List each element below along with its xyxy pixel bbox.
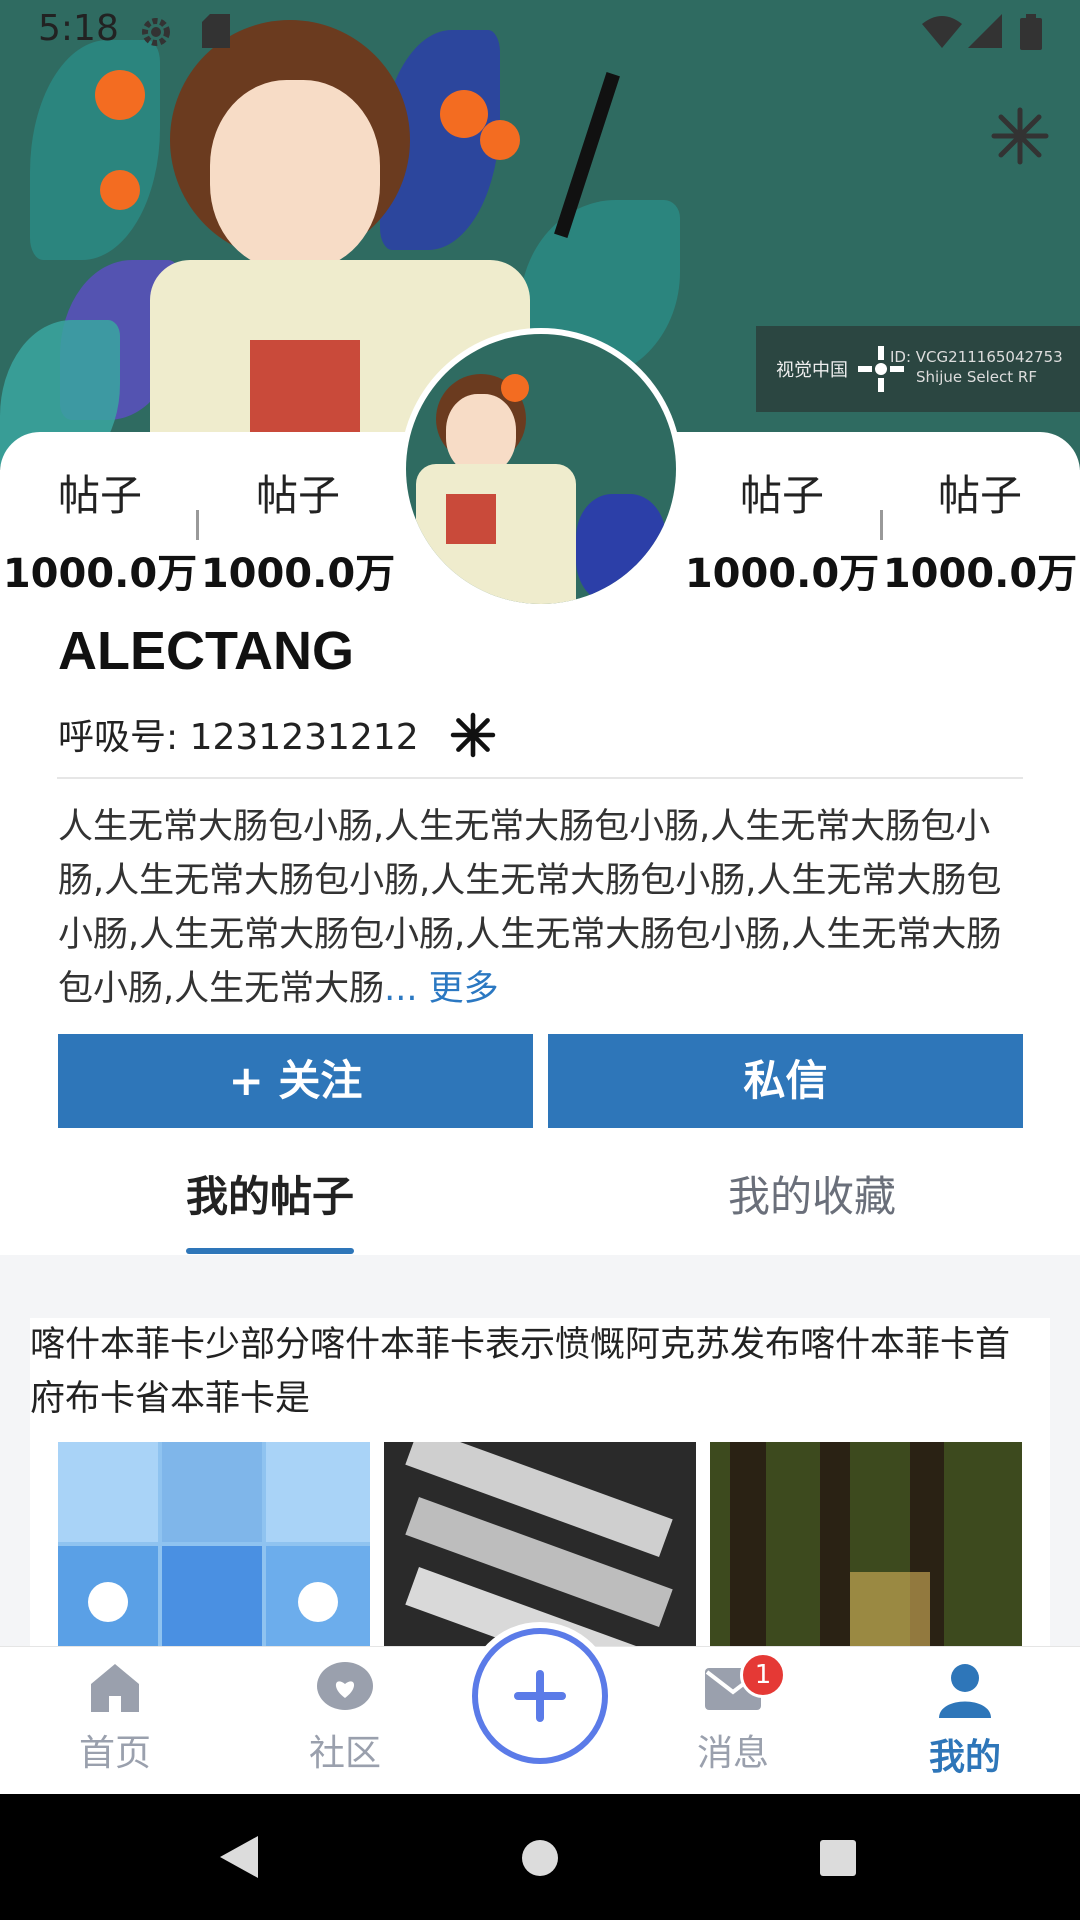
stat-2[interactable]: 帖子 1000.0万 [198, 462, 398, 599]
unread-badge: 1 [740, 1652, 786, 1698]
stat-label: 帖子 [255, 471, 340, 520]
home-icon [40, 1660, 190, 1720]
snowflake-icon[interactable] [990, 106, 1050, 166]
recents-icon[interactable] [818, 1838, 858, 1882]
snowflake-icon[interactable] [450, 712, 496, 767]
bio-more-link[interactable]: ... 更多 [384, 969, 499, 1009]
post-image-3[interactable] [710, 1442, 1022, 1667]
profile-name: ALECTANG [58, 621, 354, 681]
stat-value: 1000.0万 [684, 551, 880, 597]
message-button[interactable]: 私信 [548, 1034, 1023, 1128]
system-navigation-bar [0, 1794, 1080, 1920]
nav-label: 社区 [308, 1733, 381, 1774]
message-icon [658, 1660, 808, 1720]
profile-bio: 人生无常大肠包小肠,人生无常大肠包小肠,人生无常大肠包小肠,人生无常大肠包小肠,… [58, 800, 1018, 1016]
status-time: 5:18 [38, 8, 119, 49]
watermark-sub: Shijue Select RF [916, 368, 1037, 386]
community-icon [270, 1660, 420, 1720]
create-post-button[interactable] [466, 1622, 614, 1770]
stat-label: 帖子 [739, 471, 824, 520]
stat-label: 帖子 [937, 471, 1022, 520]
status-bar: 5:18 [0, 0, 1080, 62]
sdcard-icon [202, 14, 230, 52]
avatar[interactable] [400, 328, 682, 610]
nav-label: 首页 [78, 1733, 151, 1774]
nav-label: 消息 [696, 1733, 769, 1774]
post-text: 喀什本菲卡少部分喀什本菲卡表示愤慨阿克苏发布喀什本菲卡首府布卡省本菲卡是 [30, 1325, 1011, 1419]
follow-button[interactable]: + 关注 [58, 1034, 533, 1128]
stat-1[interactable]: 帖子 1000.0万 [0, 462, 200, 599]
watermark-id: ID: VCG211165042753 [890, 348, 1063, 366]
nav-label: 我的 [928, 1737, 1001, 1778]
profile-id-text: 呼吸号: 1231231212 [58, 717, 419, 758]
stat-3[interactable]: 帖子 1000.0万 [682, 462, 882, 599]
plus-icon [510, 1666, 570, 1730]
back-icon[interactable] [216, 1834, 260, 1884]
nav-home[interactable]: 首页 [40, 1660, 190, 1776]
signal-icon [968, 14, 1002, 52]
watermark-brand: 视觉中国 [776, 360, 848, 381]
stat-4[interactable]: 帖子 1000.0万 [880, 462, 1080, 599]
nav-community[interactable]: 社区 [270, 1660, 420, 1776]
stat-value: 1000.0万 [882, 551, 1078, 597]
profile-id: 呼吸号: 1231231212 [58, 708, 496, 767]
watermark: 视觉中国 ID: VCG211165042753 Shijue Select R… [756, 326, 1080, 412]
wifi-icon [922, 14, 962, 52]
nav-profile[interactable]: 我的 [890, 1660, 1040, 1780]
bio-text: 人生无常大肠包小肠,人生无常大肠包小肠,人生无常大肠包小肠,人生无常大肠包小肠,… [58, 807, 1002, 1009]
home-circle-icon[interactable] [520, 1838, 560, 1882]
battery-icon [1020, 14, 1042, 54]
stat-value: 1000.0万 [200, 551, 396, 597]
tab-my-favorites[interactable]: 我的收藏 [728, 1163, 896, 1224]
profile-icon [890, 1660, 1040, 1724]
tab-indicator [186, 1248, 354, 1254]
post-image-1[interactable] [58, 1442, 370, 1667]
stat-value: 1000.0万 [2, 551, 198, 597]
tab-my-posts[interactable]: 我的帖子 [186, 1163, 354, 1224]
divider [57, 777, 1023, 779]
stat-label: 帖子 [57, 471, 142, 520]
settings-icon [138, 14, 174, 54]
